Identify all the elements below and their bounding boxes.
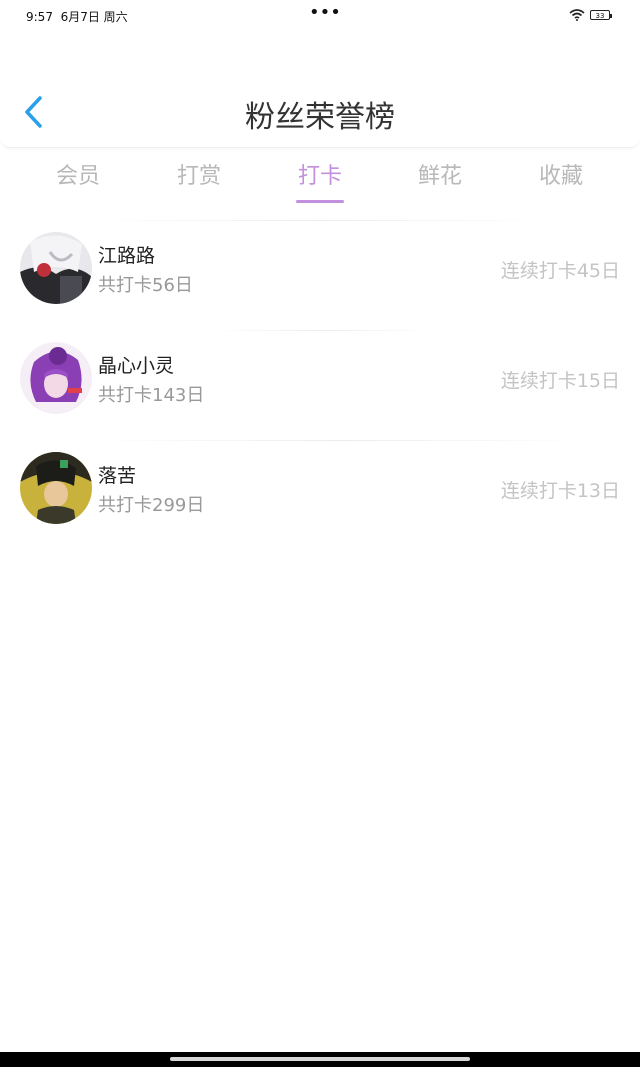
streak-checkin: 连续打卡13日 [500,480,620,502]
wifi-icon [569,9,585,21]
status-clock: 9:57 [26,10,53,24]
divider [215,330,430,331]
fan-name: 晶心小灵 [98,355,175,377]
status-icons: 33 [569,9,612,21]
home-indicator[interactable] [170,1057,470,1061]
active-tab-indicator [296,200,344,203]
avatar [20,452,92,524]
status-time: 9:57 6月7日 周六 [26,8,128,25]
total-checkin: 共打卡143日 [98,385,205,406]
divider [95,440,585,441]
tab-flowers[interactable]: 鲜花 [380,158,500,190]
fan-list: 江路路 共打卡56日 连续打卡45日 晶心小灵 共打卡143日 连续打卡15日 [0,220,640,550]
streak-checkin: 连续打卡15日 [500,370,620,392]
list-item[interactable]: 落苦 共打卡299日 连续打卡13日 [0,440,640,550]
total-checkin: 共打卡299日 [98,495,205,516]
page-title: 粉丝荣誉榜 [245,100,395,135]
avatar [20,342,92,414]
battery-level: 33 [595,12,605,20]
tab-favorites[interactable]: 收藏 [501,158,621,190]
list-item[interactable]: 江路路 共打卡56日 连续打卡45日 [0,220,640,330]
divider [95,220,545,221]
streak-checkin: 连续打卡45日 [500,260,620,282]
avatar [20,232,92,304]
tab-reward[interactable]: 打赏 [139,158,259,190]
tab-bar: 会员 打赏 打卡 鲜花 收藏 [0,152,640,208]
total-checkin: 共打卡56日 [98,275,193,296]
tab-checkin[interactable]: 打卡 [260,158,380,190]
fan-name: 江路路 [98,245,156,267]
status-bar: 9:57 6月7日 周六 ••• 33 [0,0,640,32]
page-header: 粉丝荣誉榜 [0,32,640,148]
tab-member[interactable]: 会员 [18,158,138,190]
list-item[interactable]: 晶心小灵 共打卡143日 连续打卡15日 [0,330,640,440]
status-date: 6月7日 周六 [60,10,128,24]
fan-name: 落苦 [98,465,137,487]
system-nav-bar [0,1052,640,1067]
battery-icon: 33 [590,10,612,20]
more-dots-icon: ••• [309,2,341,23]
